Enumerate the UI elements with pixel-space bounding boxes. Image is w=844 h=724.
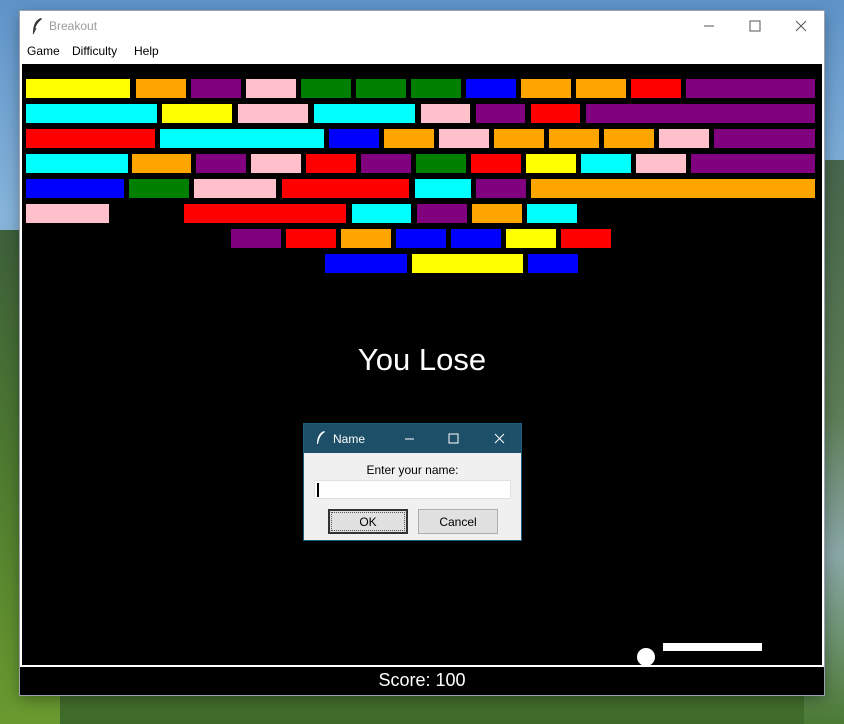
brick (160, 129, 324, 148)
brick (132, 154, 191, 173)
minimize-icon (704, 25, 714, 27)
brick (194, 179, 276, 198)
brick (361, 154, 411, 173)
brick (604, 129, 654, 148)
brick (527, 204, 577, 223)
brick (136, 79, 186, 98)
dialog-minimize-button[interactable] (388, 424, 430, 453)
maximize-icon (749, 20, 761, 32)
brick (686, 79, 815, 98)
score-label: Score: 100 (20, 667, 824, 695)
brick (581, 154, 631, 173)
brick (411, 79, 461, 98)
maximize-button[interactable] (732, 11, 778, 41)
brick (691, 154, 815, 173)
cancel-button[interactable]: Cancel (418, 509, 498, 534)
dialog-title: Name (333, 432, 366, 446)
brick (286, 229, 336, 248)
feather-icon (317, 431, 325, 444)
brick (196, 154, 246, 173)
brick (26, 179, 124, 198)
feather-icon (32, 18, 42, 35)
game-over-message: You Lose (357, 342, 487, 377)
brick (714, 129, 815, 148)
brick (231, 229, 281, 248)
brick (325, 254, 407, 273)
brick (471, 154, 521, 173)
title-bar[interactable]: Breakout (20, 11, 824, 41)
brick (631, 79, 681, 98)
menu-difficulty[interactable]: Difficulty (72, 44, 117, 58)
brick (415, 179, 471, 198)
breakout-window: Breakout Game Difficulty Help You Lose S… (20, 11, 824, 695)
name-dialog: Name Enter your name: OK Cancel (303, 423, 522, 541)
ok-button[interactable]: OK (328, 509, 408, 534)
paddle (663, 643, 762, 651)
brick (416, 154, 466, 173)
brick (466, 79, 516, 98)
brick (341, 229, 391, 248)
brick (26, 104, 157, 123)
dialog-prompt: Enter your name: (366, 463, 459, 477)
brick (306, 154, 356, 173)
brick (528, 254, 578, 273)
brick (451, 229, 501, 248)
minimize-button[interactable] (686, 11, 732, 41)
game-canvas[interactable]: You Lose (22, 64, 822, 666)
brick (251, 154, 301, 173)
window-title: Breakout (49, 19, 98, 33)
brick (412, 254, 523, 273)
brick (476, 179, 526, 198)
brick (494, 129, 544, 148)
brick (162, 104, 232, 123)
brick (191, 79, 241, 98)
brick (417, 204, 467, 223)
brick (26, 154, 128, 173)
brick (439, 129, 489, 148)
brick (238, 104, 308, 123)
minimize-icon (404, 438, 414, 440)
maximize-icon (448, 433, 458, 444)
brick (521, 79, 571, 98)
name-input[interactable] (314, 480, 511, 499)
brick (506, 229, 556, 248)
brick (526, 154, 576, 173)
brick (384, 129, 434, 148)
brick (476, 104, 525, 123)
brick (314, 104, 415, 123)
brick (129, 179, 189, 198)
brick (659, 129, 709, 148)
close-icon (494, 433, 504, 444)
dialog-close-button[interactable] (478, 424, 520, 453)
brick (396, 229, 446, 248)
brick (421, 104, 470, 123)
text-caret (317, 483, 319, 497)
brick (282, 179, 409, 198)
brick (26, 79, 130, 98)
menu-game[interactable]: Game (27, 44, 60, 58)
brick (26, 204, 109, 223)
dialog-maximize-button[interactable] (432, 424, 474, 453)
brick (26, 129, 155, 148)
brick (636, 154, 686, 173)
brick (576, 79, 626, 98)
brick (586, 104, 815, 123)
brick (184, 204, 346, 223)
brick (531, 179, 815, 198)
menu-bar: Game Difficulty Help (20, 41, 824, 63)
close-button[interactable] (778, 11, 824, 41)
brick (352, 204, 411, 223)
brick (472, 204, 522, 223)
brick (329, 129, 379, 148)
brick (561, 229, 611, 248)
close-icon (795, 20, 807, 32)
menu-help[interactable]: Help (134, 44, 159, 58)
brick (531, 104, 580, 123)
brick (356, 79, 406, 98)
brick (549, 129, 599, 148)
dialog-title-bar[interactable]: Name (304, 424, 521, 453)
brick (301, 79, 351, 98)
ball (637, 648, 655, 666)
brick (246, 79, 296, 98)
